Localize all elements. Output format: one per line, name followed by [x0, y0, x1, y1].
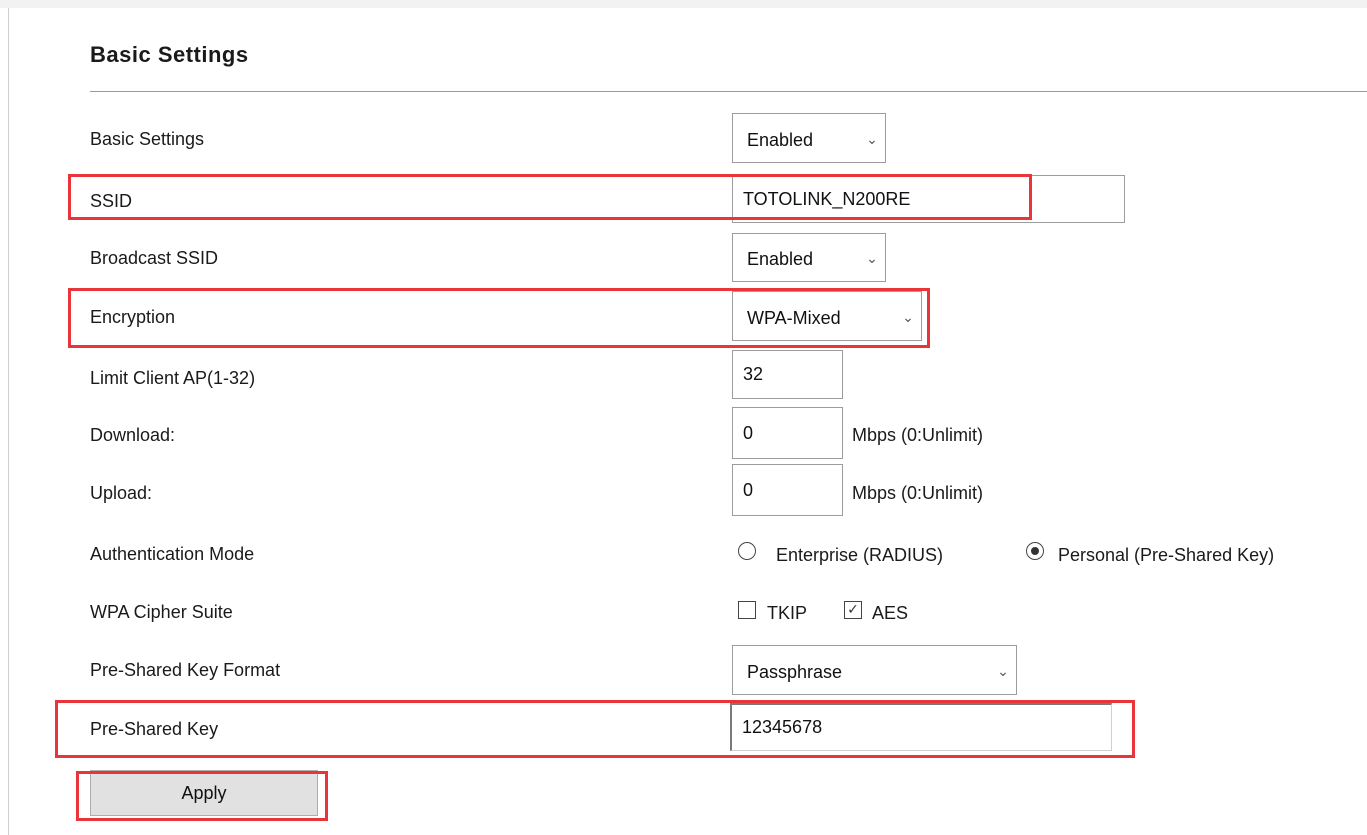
download-input[interactable]: 0: [732, 407, 843, 459]
basic-settings-label: Basic Settings: [90, 129, 205, 149]
limit-client-input[interactable]: 32: [732, 350, 843, 399]
broadcast-ssid-value: Enabled: [747, 249, 814, 269]
auth-option-personal: Personal (Pre-Shared Key): [1058, 545, 1275, 565]
ssid-highlight: [68, 174, 1032, 220]
basic-settings-select[interactable]: Enabled ⌄: [732, 113, 886, 163]
download-unit: Mbps (0:Unlimit): [852, 425, 984, 445]
psk-format-value: Passphrase: [747, 661, 843, 682]
auth-option-enterprise: Enterprise (RADIUS): [776, 545, 944, 565]
download-value: 0: [743, 422, 754, 443]
radio-dot: [1030, 546, 1039, 555]
encryption-highlight: [68, 288, 930, 348]
auth-mode-label: Authentication Mode: [90, 544, 255, 564]
section-title: Basic Settings: [90, 42, 249, 67]
upload-input[interactable]: 0: [732, 464, 843, 516]
basic-settings-value: Enabled: [747, 129, 814, 150]
left-border: [8, 8, 9, 835]
chevron-down-icon: ⌄: [866, 130, 878, 147]
download-label: Download:: [90, 425, 176, 445]
chevron-down-icon: ⌄: [866, 250, 878, 266]
limit-client-value: 32: [743, 364, 764, 384]
upload-label: Upload:: [90, 483, 153, 503]
radio-unchecked-icon[interactable]: [738, 542, 756, 560]
broadcast-ssid-label: Broadcast SSID: [90, 248, 219, 268]
cipher-option-aes: AES: [872, 603, 909, 623]
chevron-down-icon: ⌄: [997, 662, 1009, 679]
psk-format-label: Pre-Shared Key Format: [90, 660, 281, 680]
radio-checked-icon[interactable]: [1026, 542, 1044, 560]
upload-unit: Mbps (0:Unlimit): [852, 483, 984, 503]
checkbox-checked-icon[interactable]: ✓: [844, 601, 862, 619]
checkbox-unchecked-icon[interactable]: [738, 601, 756, 619]
psk-highlight: [55, 700, 1135, 758]
limit-client-label: Limit Client AP(1-32): [90, 368, 256, 388]
upload-value: 0: [743, 479, 754, 500]
psk-format-select[interactable]: Passphrase ⌄: [732, 645, 1017, 695]
broadcast-ssid-select[interactable]: Enabled ⌄: [732, 233, 886, 282]
section-divider: [90, 91, 1367, 92]
apply-highlight: [76, 771, 328, 821]
cipher-label: WPA Cipher Suite: [90, 602, 233, 622]
cipher-option-tkip: TKIP: [767, 603, 808, 623]
top-band: [0, 0, 1367, 8]
